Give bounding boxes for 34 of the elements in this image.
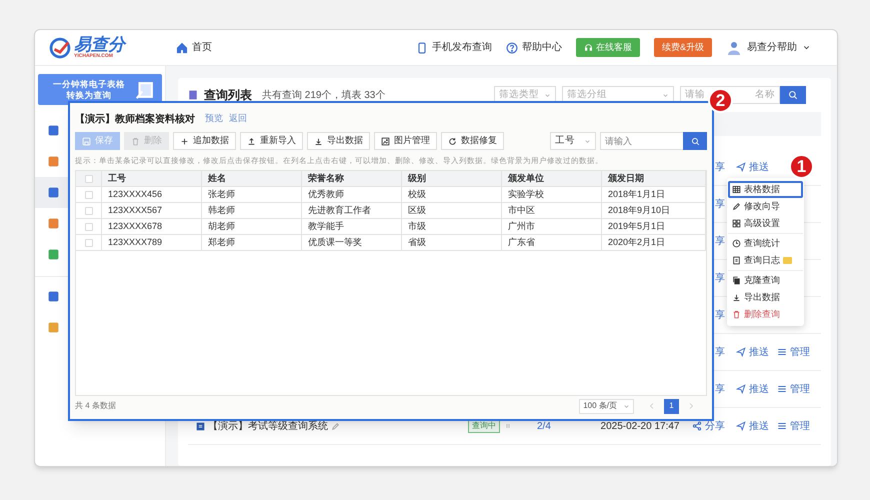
banner-text: 转换为查询 — [66, 90, 112, 100]
dialog-title: 【演示】教师档案资料核对 — [75, 112, 195, 126]
table-cell: 实验学校 — [502, 187, 602, 202]
banner-text: 一分钟将电子表格 — [53, 78, 125, 90]
table-cell: 优秀教师 — [302, 187, 402, 202]
table-cell: 校级 — [402, 187, 502, 202]
table-cell: 123XXXX678 — [102, 219, 202, 234]
placeholder-text: 请输 — [685, 88, 705, 102]
time-text: 2025-02-20 17:47 — [600, 420, 680, 434]
table-cell: 广州市 — [502, 219, 602, 234]
table-cell: 教学能手 — [302, 219, 402, 234]
table-cell: 先进教育工作者 — [302, 203, 402, 218]
logo-text: 易查分 — [74, 36, 125, 53]
table-cell: 2018年1月1日 — [602, 187, 706, 202]
placeholder-text: 名称 — [755, 88, 775, 102]
table-cell: 2019年5月1日 — [602, 219, 706, 234]
table-cell: 张老师 — [202, 187, 302, 202]
table-cell: 123XXXX789 — [102, 235, 202, 250]
table-cell: 省级 — [402, 235, 502, 250]
table-cell: 区级 — [402, 203, 502, 218]
table-cell: 郑老师 — [202, 235, 302, 250]
total-count: 共 4 条数据 — [75, 400, 116, 412]
table-cell: 广东省 — [502, 235, 602, 250]
list-summary: 共有查询 219个，填表 33个 — [262, 88, 386, 102]
table-cell: 市级 — [402, 219, 502, 234]
table-cell: 韩老师 — [202, 203, 302, 218]
table-cell: 优质课一等奖 — [302, 235, 402, 250]
table-cell: 2018年9月10日 — [602, 203, 706, 218]
table-cell: 胡老师 — [202, 219, 302, 234]
list-title: 查询列表 — [204, 87, 252, 104]
table-cell: 2020年2月1日 — [602, 235, 706, 250]
table-cell: 123XXXX567 — [102, 203, 202, 218]
table-cell: 市中区 — [502, 203, 602, 218]
table-cell: 123XXXX456 — [102, 187, 202, 202]
